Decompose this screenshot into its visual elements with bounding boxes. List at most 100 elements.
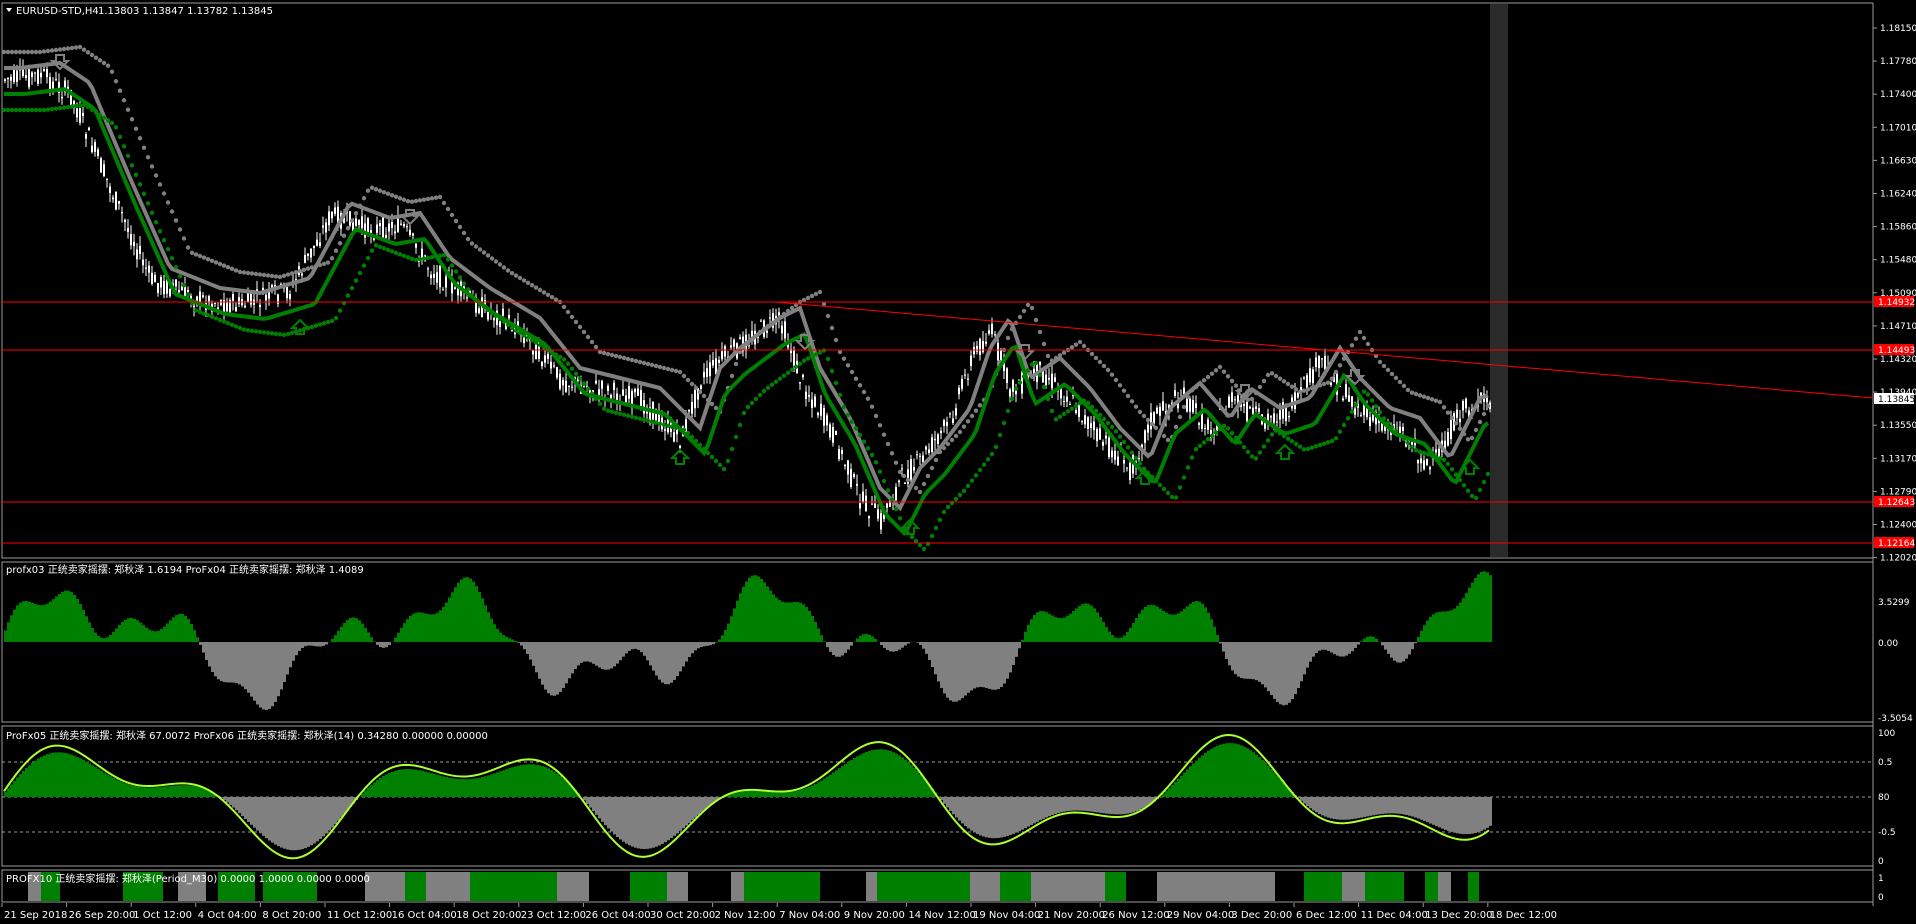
gray-dots-dot	[929, 465, 935, 471]
histogram-bar	[85, 616, 88, 642]
oscillator-bar	[664, 797, 667, 843]
histogram-bar	[25, 601, 28, 642]
oscillator-bar	[100, 770, 103, 797]
histogram-bar	[574, 642, 577, 669]
histogram-bar	[922, 642, 925, 649]
histogram-bar	[1234, 642, 1237, 675]
histogram-bar	[1264, 642, 1267, 688]
gray-dots-dot	[341, 233, 347, 238]
signal-block	[1365, 872, 1404, 901]
histogram-bar	[559, 642, 562, 692]
candle-body	[40, 72, 42, 78]
gray-dots-dot	[1321, 381, 1327, 387]
gray-dots-dot	[1477, 419, 1483, 425]
gray-dots-dot	[1305, 387, 1311, 392]
green-dots-dot	[445, 257, 451, 262]
gray-dots-dot	[361, 196, 367, 201]
histogram-bar	[193, 630, 196, 642]
candle-body	[1315, 357, 1317, 367]
gray-dots-dot	[1485, 403, 1491, 409]
level-tag-2: 1.14493	[1878, 346, 1915, 356]
gray-dots-dot	[489, 256, 495, 261]
oscillator-bar	[385, 774, 388, 797]
oscillator-bar	[1183, 772, 1186, 797]
oscillator-bar	[526, 764, 529, 797]
green-dots-dot	[1373, 404, 1379, 409]
trading-chart[interactable]: EURUSD-STD,H4 1.13803 1.13847 1.13782 1.…	[0, 0, 1916, 924]
oscillator-bar	[814, 783, 817, 797]
histogram-bar	[1018, 642, 1021, 649]
histogram-bar	[160, 629, 163, 642]
oscillator-bar	[1021, 797, 1024, 830]
green-dots-dot	[893, 506, 899, 512]
histogram-bar	[433, 614, 436, 642]
histogram-bar	[970, 642, 973, 691]
signal-block	[877, 872, 915, 901]
candle-body	[565, 380, 567, 392]
histogram-bar	[1162, 610, 1165, 642]
oscillator-bar	[1132, 797, 1135, 813]
oscillator-bar	[475, 778, 478, 797]
oscillator-bar	[1408, 797, 1411, 816]
histogram-bar	[115, 628, 118, 642]
candle-body	[400, 223, 402, 225]
histogram-bar	[799, 602, 802, 642]
green-dots-dot	[801, 358, 807, 363]
candle-body	[136, 249, 138, 260]
histogram-bar	[1312, 642, 1315, 657]
histogram-bar	[1159, 608, 1162, 642]
candle-body	[1159, 406, 1161, 416]
oscillator-bar	[1303, 797, 1306, 804]
support-resistance-lines[interactable]	[2, 301, 1874, 544]
histogram-bar	[1192, 601, 1195, 642]
oscillator-bar	[598, 797, 601, 819]
gray-dots-dot	[69, 45, 75, 51]
histogram-bar	[106, 637, 109, 642]
green-dots-dot	[457, 275, 463, 280]
candle-body	[562, 379, 564, 386]
candle-body	[1309, 368, 1311, 383]
candle-body	[769, 317, 771, 319]
green-dots-dot	[1297, 444, 1303, 449]
histogram-bar	[1171, 614, 1174, 642]
oscillator-bar	[859, 754, 862, 797]
green-dots-dot	[1357, 396, 1363, 401]
histogram-bar	[1210, 619, 1213, 642]
histogram-bar	[778, 600, 781, 642]
histogram-bar	[940, 642, 943, 688]
gray-dots-dot	[1357, 329, 1363, 335]
green-dots-dot	[797, 361, 803, 366]
green-dots-dot	[745, 404, 751, 410]
gray-dots-dot	[49, 48, 55, 53]
histogram-bar	[562, 642, 565, 689]
candle-body	[1234, 399, 1236, 401]
dropdown-icon[interactable]	[6, 8, 12, 12]
oscillator-bar	[1066, 797, 1069, 812]
green-dots-dot	[985, 457, 991, 462]
green-dots-dot	[1021, 374, 1027, 379]
candle-body	[1093, 421, 1095, 431]
histogram-bar	[1354, 642, 1357, 648]
candle-body	[31, 72, 33, 78]
histogram-bar	[706, 642, 709, 646]
green-dots-dot	[157, 229, 163, 234]
histogram-bar	[742, 586, 745, 642]
histogram-bar	[445, 602, 448, 642]
oscillator-bar	[322, 797, 325, 837]
oscillator-bar	[1360, 797, 1363, 818]
gray-dots-dot	[153, 173, 159, 178]
histogram-bar	[1177, 613, 1180, 642]
candle-body	[862, 491, 864, 502]
gray-dots-dot	[33, 49, 39, 55]
candle-body	[1066, 396, 1068, 402]
gray-dots-dot	[5, 49, 11, 55]
histogram-bar	[1000, 642, 1003, 687]
green-dots-dot	[721, 466, 727, 472]
oscillator-bar	[841, 766, 844, 797]
oscillator-bar	[766, 791, 769, 797]
oscillator-bar	[1039, 797, 1042, 821]
candle-body	[22, 68, 24, 77]
green-dots-dot	[617, 411, 623, 416]
histogram-bar	[1243, 642, 1246, 679]
oscillator-bar	[442, 776, 445, 797]
